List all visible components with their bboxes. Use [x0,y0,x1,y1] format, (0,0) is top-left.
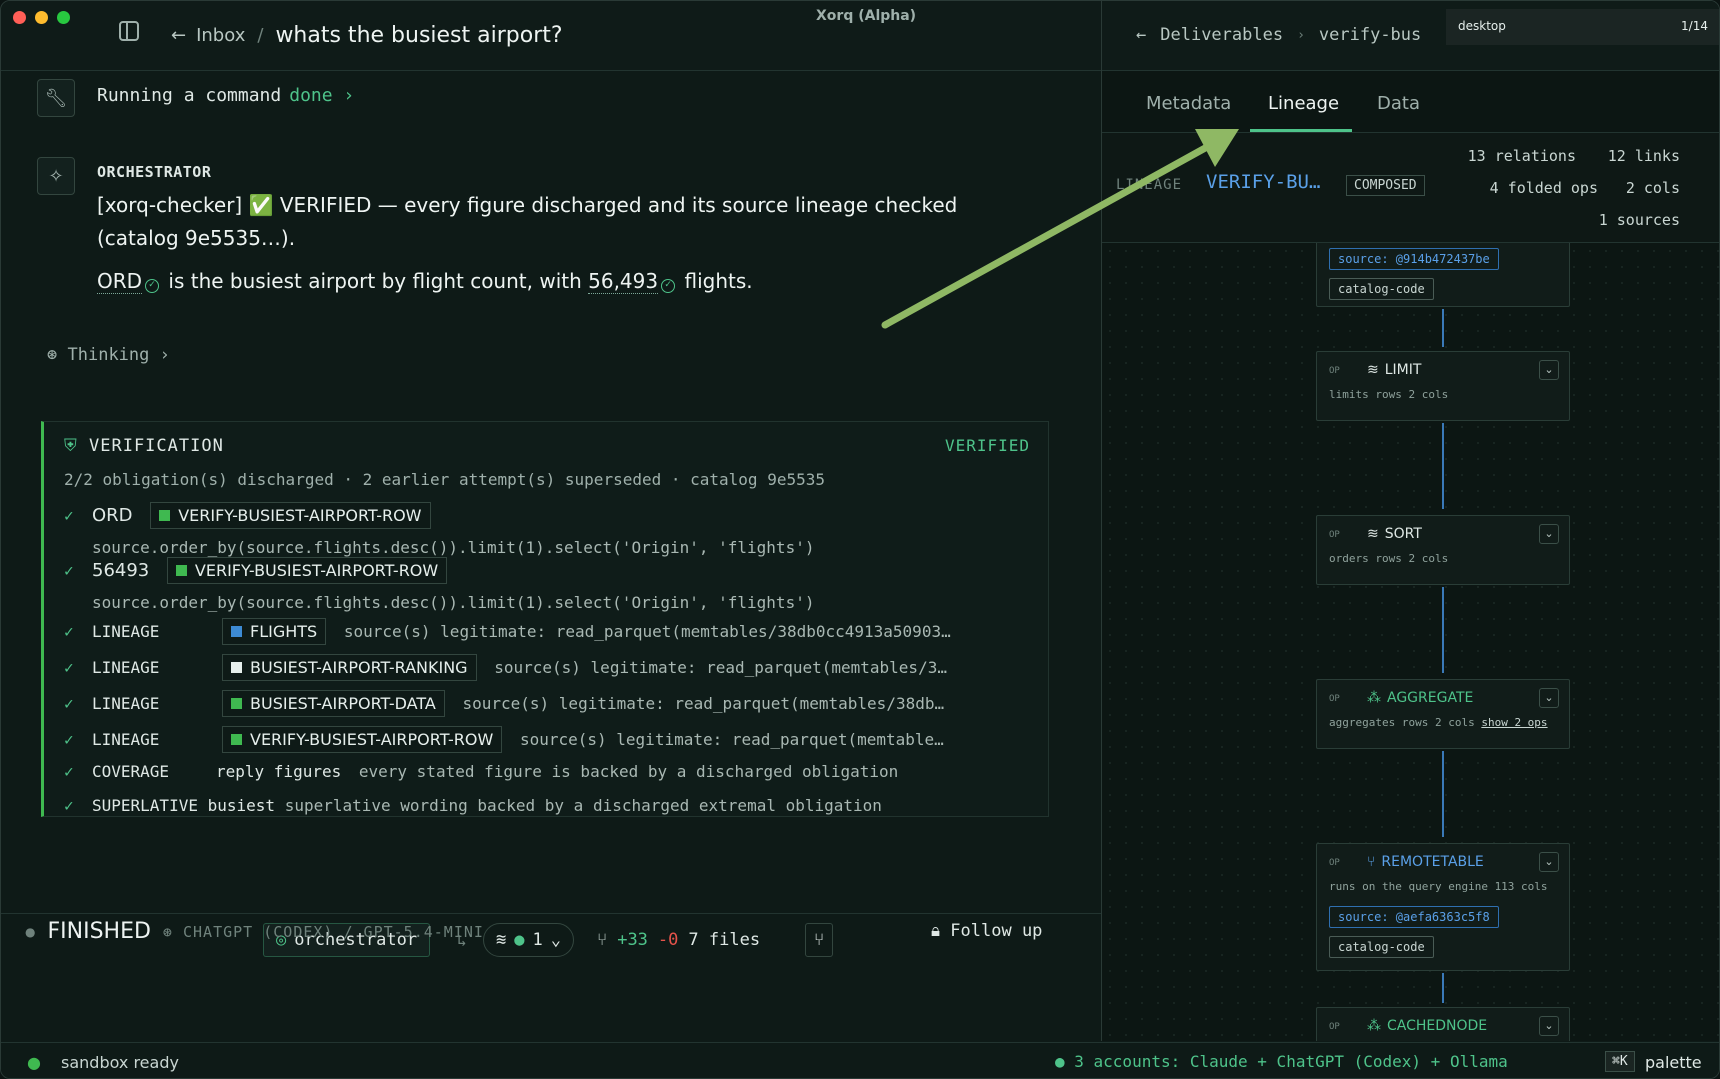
shortcut-badge: ⌘K [1605,1051,1635,1072]
accounts-status[interactable]: ● 3 accounts: Claude + ChatGPT (Codex) +… [1055,1052,1508,1071]
palette-button[interactable]: palette [1645,1053,1702,1072]
app-window: Xorq (Alpha) ← Inbox / whats the busiest… [0,0,1720,1079]
sandbox-status: sandbox ready [61,1053,179,1072]
sandbox-status-dot-icon: ● [27,1053,41,1072]
status-bar: ● sandbox ready ● 3 accounts: Claude + C… [1,1042,1719,1078]
annotation-arrow [881,129,1239,329]
